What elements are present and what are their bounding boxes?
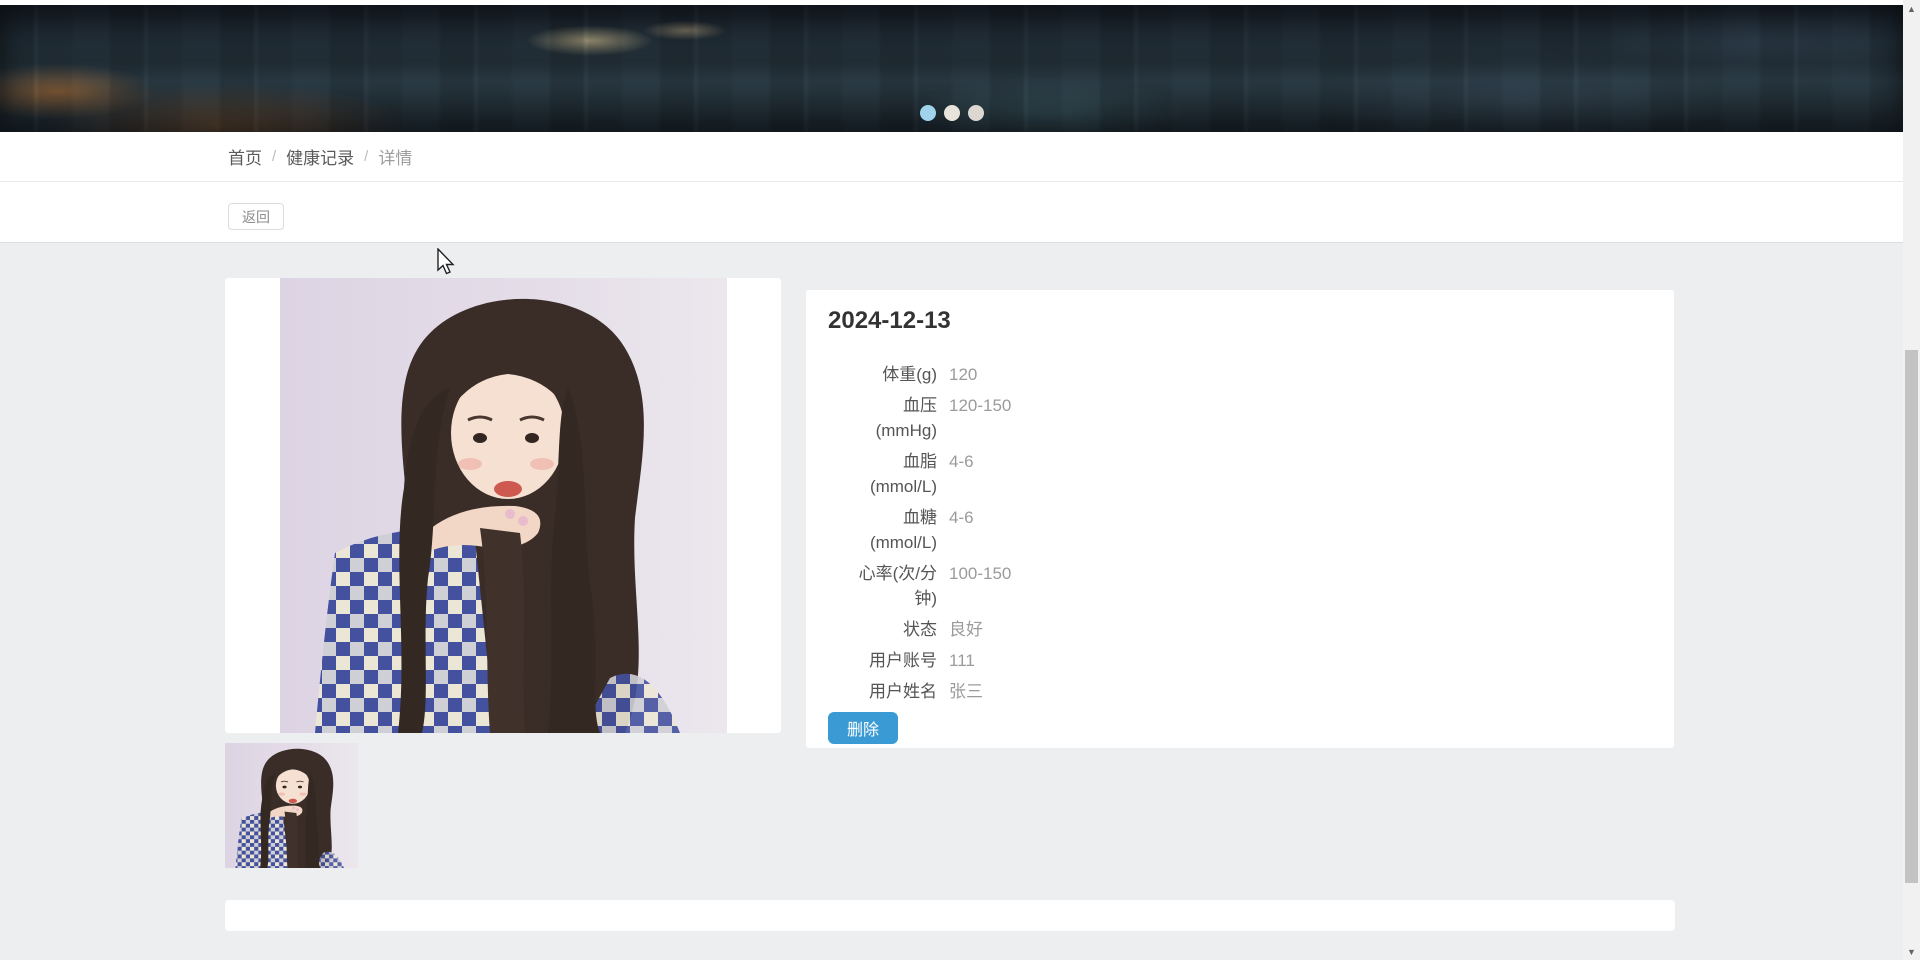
scroll-up-arrow-icon[interactable]: ▲ — [1903, 0, 1920, 17]
field-row: 用户姓名 张三 — [828, 679, 1652, 704]
field-value: 4-6 — [949, 508, 974, 527]
field-label: 用户账号 — [869, 651, 937, 670]
field-row: 血压 (mmHg) 120-150 — [828, 393, 1652, 443]
field-label: 血脂 (mmol/L) — [869, 452, 937, 496]
breadcrumb-home[interactable]: 首页 — [228, 144, 262, 169]
record-date-title: 2024-12-13 — [828, 307, 951, 334]
detail-fields: 体重(g) 120 血压 (mmHg) 120-150 血脂 (mmol/L) 4-… — [828, 362, 1652, 704]
breadcrumb-health-records[interactable]: 健康记录 — [286, 144, 354, 169]
toolbar: 返回 — [0, 182, 1903, 243]
field-row: 体重(g) 120 — [828, 362, 1652, 387]
health-record-detail-page: 首页 / 健康记录 / 详情 返回 2024-12-13 体重(g) 120 血… — [0, 0, 1920, 960]
carousel-dot[interactable] — [967, 105, 984, 121]
footer-bar — [225, 900, 1675, 931]
field-row: 血脂 (mmol/L) 4-6 — [828, 449, 1652, 499]
portrait-photo-thumbnail-image — [225, 743, 358, 868]
field-value: 4-6 — [949, 452, 974, 471]
delete-button[interactable]: 删除 — [828, 712, 898, 744]
field-value: 良好 — [949, 620, 983, 639]
vertical-scrollbar[interactable]: ▲ ▼ — [1903, 0, 1920, 960]
field-value: 120-150 — [949, 396, 1012, 415]
carousel-dot[interactable] — [919, 105, 936, 121]
field-label: 心率(次/分 钟) — [858, 564, 937, 608]
main-content: 2024-12-13 体重(g) 120 血压 (mmHg) 120-150 血脂… — [0, 243, 1903, 960]
breadcrumb-bar: 首页 / 健康记录 / 详情 — [0, 132, 1903, 182]
breadcrumb-separator: / — [364, 148, 369, 165]
field-row: 血糖 (mmol/L) 4-6 — [828, 505, 1652, 555]
portrait-photo — [279, 278, 727, 733]
field-label: 血糖 (mmol/L) — [869, 508, 937, 552]
breadcrumb: 首页 / 健康记录 / 详情 — [228, 144, 412, 169]
field-row: 心率(次/分 钟) 100-150 — [828, 561, 1652, 611]
breadcrumb-detail: 详情 — [378, 149, 413, 168]
photo-card — [225, 278, 781, 733]
scrollbar-thumb[interactable] — [1905, 350, 1918, 883]
banner-carousel-image — [0, 5, 1903, 132]
field-row: 状态 良好 — [828, 617, 1652, 642]
scroll-down-arrow-icon[interactable]: ▼ — [1903, 943, 1920, 960]
detail-card: 2024-12-13 体重(g) 120 血压 (mmHg) 120-150 血脂… — [806, 290, 1674, 748]
field-value: 100-150 — [949, 564, 1012, 583]
field-label: 状态 — [903, 620, 937, 639]
field-label: 血压 (mmHg) — [875, 396, 937, 440]
field-value: 120 — [949, 365, 978, 384]
carousel-dot[interactable] — [943, 105, 960, 121]
field-value: 111 — [949, 651, 975, 670]
breadcrumb-separator: / — [272, 148, 277, 165]
field-value: 张三 — [949, 682, 983, 701]
field-row: 用户账号 111 — [828, 648, 1652, 673]
carousel-dots — [919, 105, 984, 121]
portrait-photo-thumbnail[interactable] — [225, 743, 358, 868]
field-label: 体重(g) — [882, 365, 937, 384]
field-label: 用户姓名 — [869, 682, 937, 701]
back-button[interactable]: 返回 — [228, 203, 284, 230]
